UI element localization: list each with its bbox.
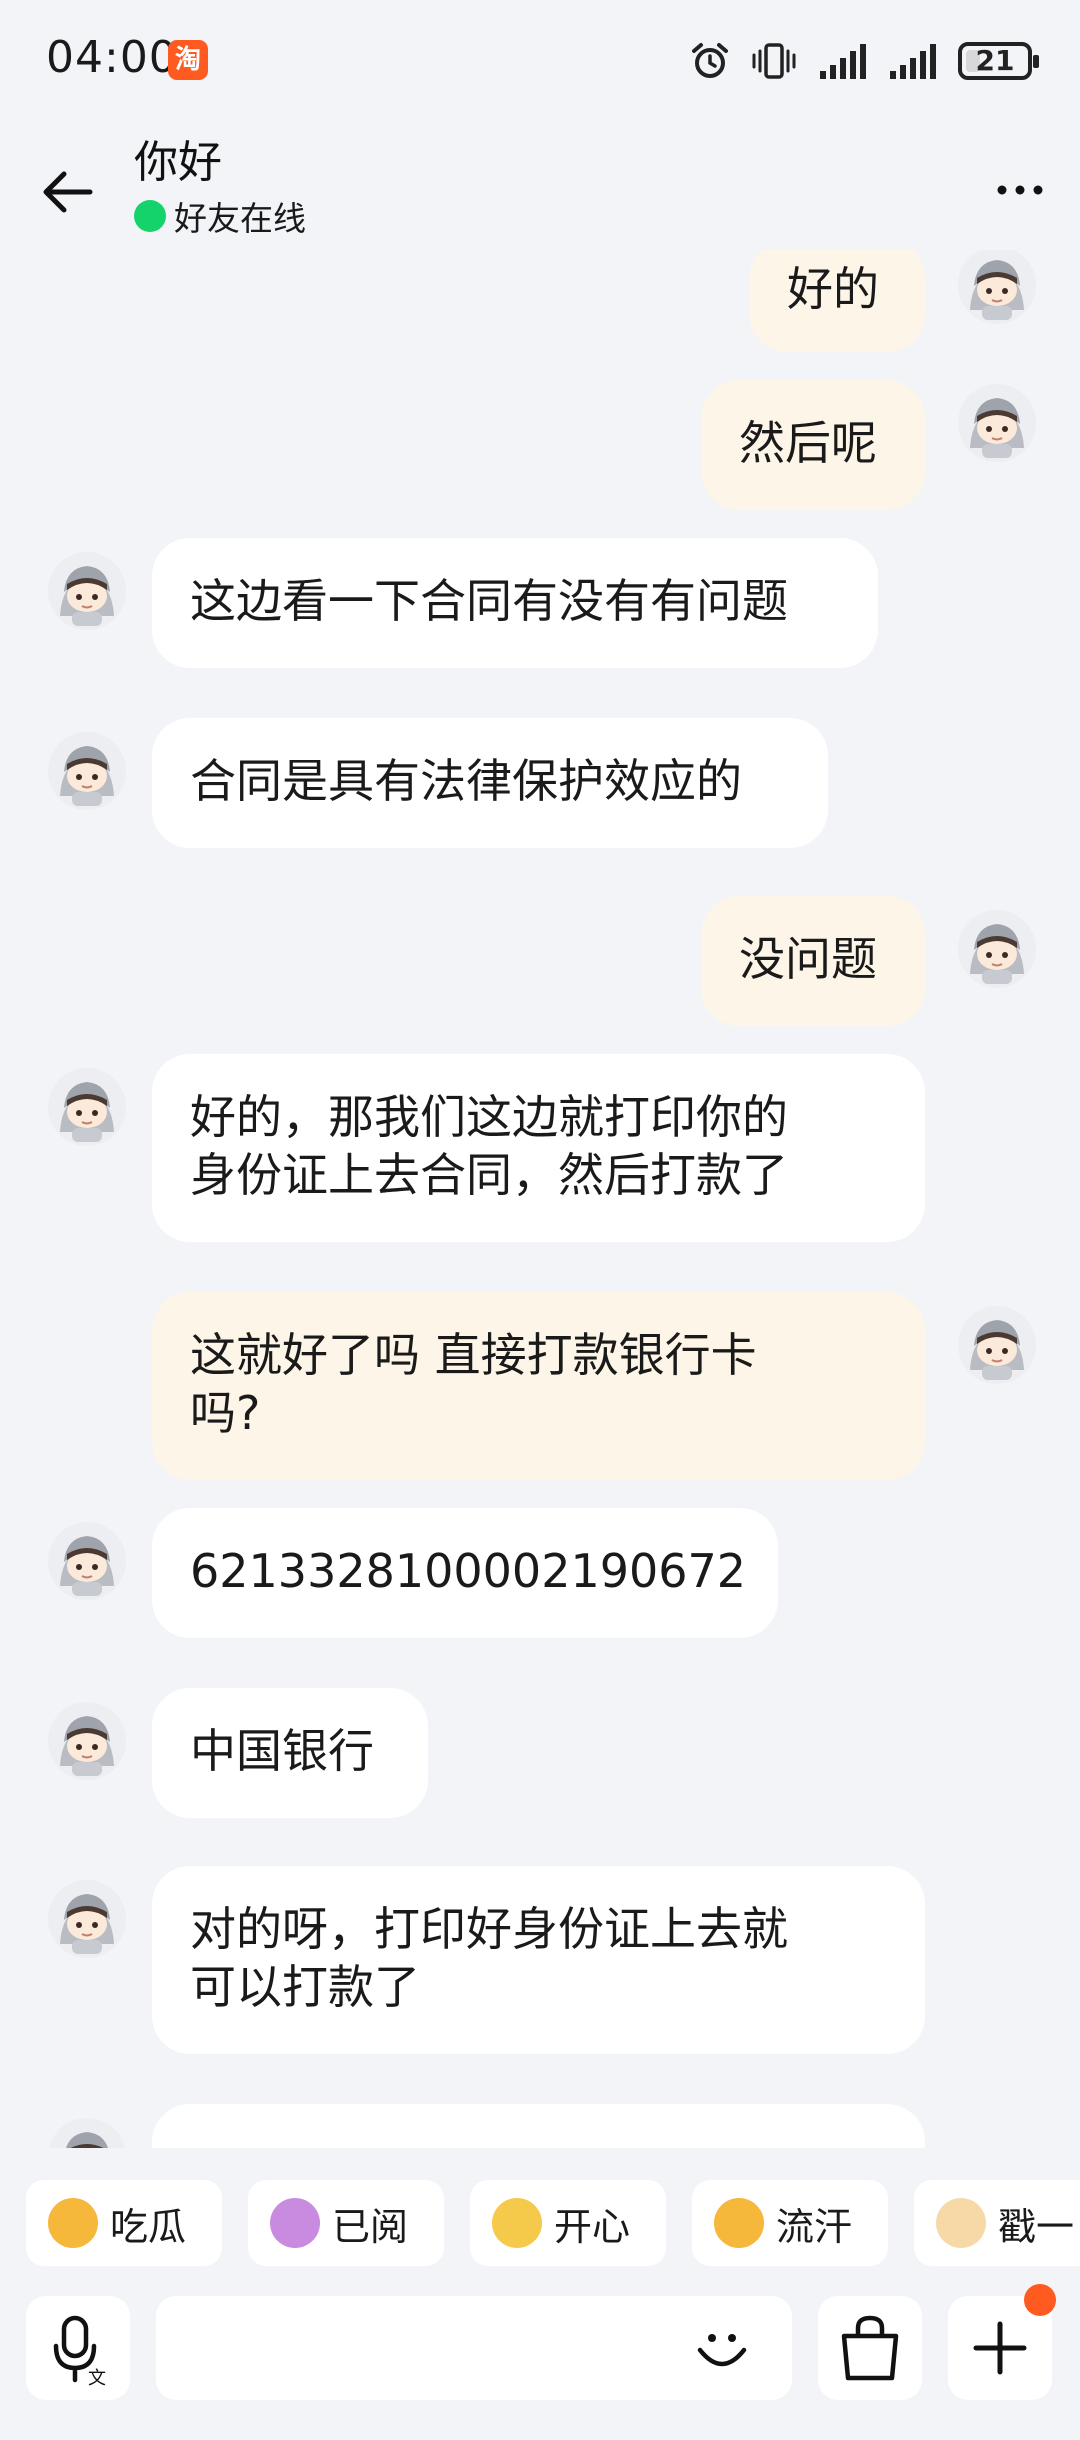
smile-icon[interactable]: [690, 2316, 754, 2380]
outgoing-message-bubble[interactable]: 这就好了吗 直接打款银行卡 吗?: [152, 1292, 925, 1480]
read-emoji-icon: [270, 2198, 320, 2248]
message-row: 6213328100002190672: [0, 1508, 1080, 1638]
voice-to-text-button[interactable]: 文: [26, 2296, 130, 2400]
quick-reply-label: 流汗: [776, 2204, 853, 2249]
outgoing-message-bubble[interactable]: 好的: [749, 250, 925, 352]
incoming-message-bubble[interactable]: 对的呀，打印好身份证上去就 可以打款了: [152, 1866, 925, 2054]
avatar[interactable]: [958, 384, 1036, 462]
online-status: 好友在线: [134, 192, 306, 240]
incoming-message-bubble[interactable]: [152, 2104, 925, 2148]
message-row: 好的: [0, 250, 1080, 352]
avatar[interactable]: [958, 1306, 1036, 1384]
svg-text:文: 文: [88, 2368, 106, 2389]
online-status-text: 好友在线: [174, 199, 306, 238]
avatar[interactable]: [958, 250, 1036, 324]
alarm-icon: [692, 43, 728, 78]
input-bar: 文: [0, 2284, 1080, 2406]
more-dots-icon[interactable]: [990, 170, 1050, 210]
notification-dot: [1024, 2284, 1056, 2316]
signal-icon-1: [820, 44, 866, 79]
message-row: 好的，那我们这边就打印你的 身份证上去合同，然后打款了: [0, 1054, 1080, 1242]
status-time: 04:00: [46, 32, 178, 83]
avatar[interactable]: [48, 2118, 126, 2148]
quick-reply-chip[interactable]: 吃瓜: [26, 2180, 222, 2266]
happy-emoji-icon: [492, 2198, 542, 2248]
quick-reply-bar[interactable]: 吃瓜 已阅 开心 流汗 戳一: [0, 2170, 1080, 2270]
avatar[interactable]: [48, 1068, 126, 1146]
poke-emoji-icon: [936, 2198, 986, 2248]
status-icons: 21: [690, 38, 1039, 84]
eating-melon-emoji-icon: [48, 2198, 98, 2248]
arrow-left-icon[interactable]: [36, 160, 100, 224]
quick-reply-chip[interactable]: 已阅: [248, 2180, 444, 2266]
chat-title: 你好: [134, 137, 222, 188]
incoming-message-bubble[interactable]: 6213328100002190672: [152, 1508, 778, 1638]
incoming-message-bubble[interactable]: 好的，那我们这边就打印你的 身份证上去合同，然后打款了: [152, 1054, 925, 1242]
avatar[interactable]: [48, 1522, 126, 1600]
status-bar: 04:00 淘 21: [0, 0, 1080, 120]
quick-reply-label: 吃瓜: [110, 2204, 187, 2249]
avatar[interactable]: [48, 1880, 126, 1958]
incoming-message-bubble[interactable]: 中国银行: [152, 1688, 428, 1818]
message-list[interactable]: 好的 然后呢 这边看一下合同有没有有问题 合同是具有法律保护效应的 没问题 好的…: [0, 250, 1080, 2148]
quick-reply-chip[interactable]: 开心: [470, 2180, 666, 2266]
message-row: 对的呀，打印好身份证上去就 可以打款了: [0, 1866, 1080, 2054]
message-row: [0, 2104, 1080, 2148]
online-dot: [134, 200, 166, 232]
message-row: 合同是具有法律保护效应的: [0, 718, 1080, 848]
battery-level: 21: [975, 44, 1015, 77]
avatar[interactable]: [958, 910, 1036, 988]
taobao-app-icon: 淘: [168, 40, 208, 80]
battery-icon: 21: [958, 42, 1039, 80]
chat-header: 你好 好友在线: [0, 120, 1080, 250]
message-row: 中国银行: [0, 1688, 1080, 1818]
incoming-message-bubble[interactable]: 这边看一下合同有没有有问题: [152, 538, 878, 668]
avatar[interactable]: [48, 1702, 126, 1780]
outgoing-message-bubble[interactable]: 没问题: [701, 896, 925, 1026]
incoming-message-bubble[interactable]: 合同是具有法律保护效应的: [152, 718, 828, 848]
outgoing-message-bubble[interactable]: 然后呢: [701, 380, 925, 510]
message-row: 这边看一下合同有没有有问题: [0, 538, 1080, 668]
shopping-bag-icon: [841, 2315, 899, 2381]
signal-icon-2: [890, 44, 936, 79]
quick-reply-chip[interactable]: 流汗: [692, 2180, 888, 2266]
avatar[interactable]: [48, 732, 126, 810]
quick-reply-label: 戳一: [998, 2204, 1075, 2249]
message-row: 这就好了吗 直接打款银行卡 吗?: [0, 1292, 1080, 1480]
sweat-emoji-icon: [714, 2198, 764, 2248]
vibrate-icon: [752, 43, 796, 79]
quick-reply-label: 已阅: [332, 2204, 409, 2249]
message-row: 没问题: [0, 896, 1080, 1026]
shopping-bag-button[interactable]: [818, 2296, 922, 2400]
plus-button[interactable]: [948, 2284, 1056, 2400]
quick-reply-chip[interactable]: 戳一: [914, 2180, 1080, 2266]
voice-to-text-icon: 文: [53, 2315, 106, 2389]
message-row: 然后呢: [0, 380, 1080, 510]
quick-reply-label: 开心: [554, 2204, 631, 2249]
avatar[interactable]: [48, 552, 126, 630]
